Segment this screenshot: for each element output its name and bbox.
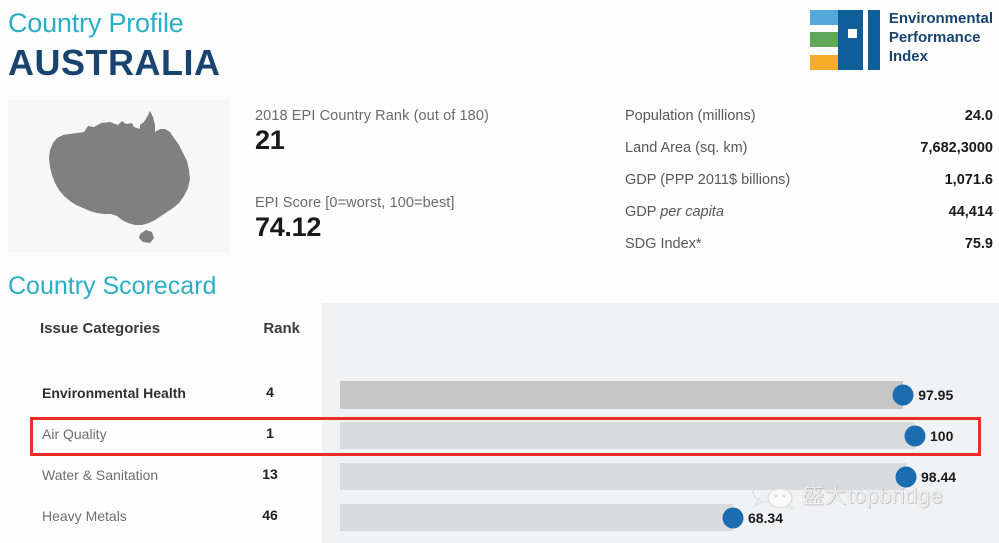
stat-label: Land Area (sq. km) [625,140,748,156]
score-value-label: 97.95 [918,386,954,403]
epi-rank-value: 21 [255,125,285,155]
stat-value: 75.9 [964,236,993,252]
stat-row: Land Area (sq. km) 7,682,3000 [625,140,993,172]
epi-score-label: EPI Score [0=worst, 100=best] [255,195,455,211]
scorecard-row-rank: 13 [262,466,278,482]
score-value-label: 100 [930,427,954,444]
epi-rank-block: 2018 EPI Country Rank (out of 180) 21 [255,108,489,156]
logo-letter-p-counter [847,29,857,38]
epi-logo-line-1: Environmental [888,10,993,27]
page-title: AUSTRALIA [8,42,221,83]
scorecard-bar [340,504,733,531]
country-profile-page: Country Profile AUSTRALIA Environmental … [0,0,999,543]
scorecard-bar [340,381,904,409]
score-marker-dot [904,425,926,446]
wechat-icon [752,479,794,510]
column-header-category: Issue Categories [40,320,161,337]
epi-score-block: EPI Score [0=worst, 100=best] 74.12 [255,195,455,243]
stat-value: 1,071.6 [944,172,993,188]
epi-logo-wordmark: Environmental Performance Index [889,9,993,67]
watermark-text: 盛大topbridge [802,483,944,508]
stat-label: GDP per capita [625,204,724,220]
scorecard-row-rank: 1 [266,425,274,441]
column-header-rank: Rank [263,320,300,337]
scorecard-row-label: Air Quality [42,426,107,442]
epi-score-value: 74.12 [255,212,322,242]
epi-logo-line-2: Performance [888,29,981,47]
scorecard-row-label: Heavy Metals [42,508,127,524]
page-eyebrow-title: Country Profile [8,8,184,38]
stat-label-emphasis: per capita [660,204,724,220]
scorecard-bar [340,422,915,449]
stat-row: Population (millions) 24.0 [625,108,993,140]
stat-label: Population (millions) [625,108,756,124]
watermark: 盛大topbridge [752,478,943,510]
epi-logo-icon [809,9,880,71]
scorecard-column-headers: Issue Categories Rank [40,320,322,344]
epi-rank-label: 2018 EPI Country Rank (out of 180) [255,108,489,124]
stat-value: 44,414 [948,204,993,220]
score-value-label: 68.34 [747,509,783,526]
scorecard-title: Country Scorecard [8,272,217,300]
logo-letter-i [867,10,880,70]
scorecard-row-label: Environmental Health [42,385,186,401]
stat-row: SDG Index* 75.9 [625,236,993,268]
scorecard-row[interactable]: Air Quality 1 100 [0,415,999,456]
stat-row: GDP (PPP 2011$ billions) 1,071.6 [625,172,993,204]
score-marker-dot [722,507,744,528]
epi-logo-line-3: Index [888,48,928,66]
epi-logo: Environmental Performance Index [809,9,993,71]
stat-value: 24.0 [964,108,993,124]
country-map-panel [8,100,230,252]
scorecard-row-label: Water & Sanitation [42,467,159,483]
country-stats-table: Population (millions) 24.0 Land Area (sq. … [625,108,993,268]
stat-label: SDG Index* [625,236,702,252]
stat-row: GDP per capita 44,414 [625,204,993,236]
scorecard-row[interactable]: Environmental Health 4 97.95 [0,374,999,415]
stat-label: GDP (PPP 2011$ billions) [625,172,791,188]
scorecard-row-rank: 4 [266,384,274,400]
logo-letter-p [837,10,863,70]
australia-map-icon [49,111,190,243]
score-marker-dot [892,384,914,405]
stat-value: 7,682,3000 [920,140,993,156]
scorecard-row-rank: 46 [262,507,278,523]
